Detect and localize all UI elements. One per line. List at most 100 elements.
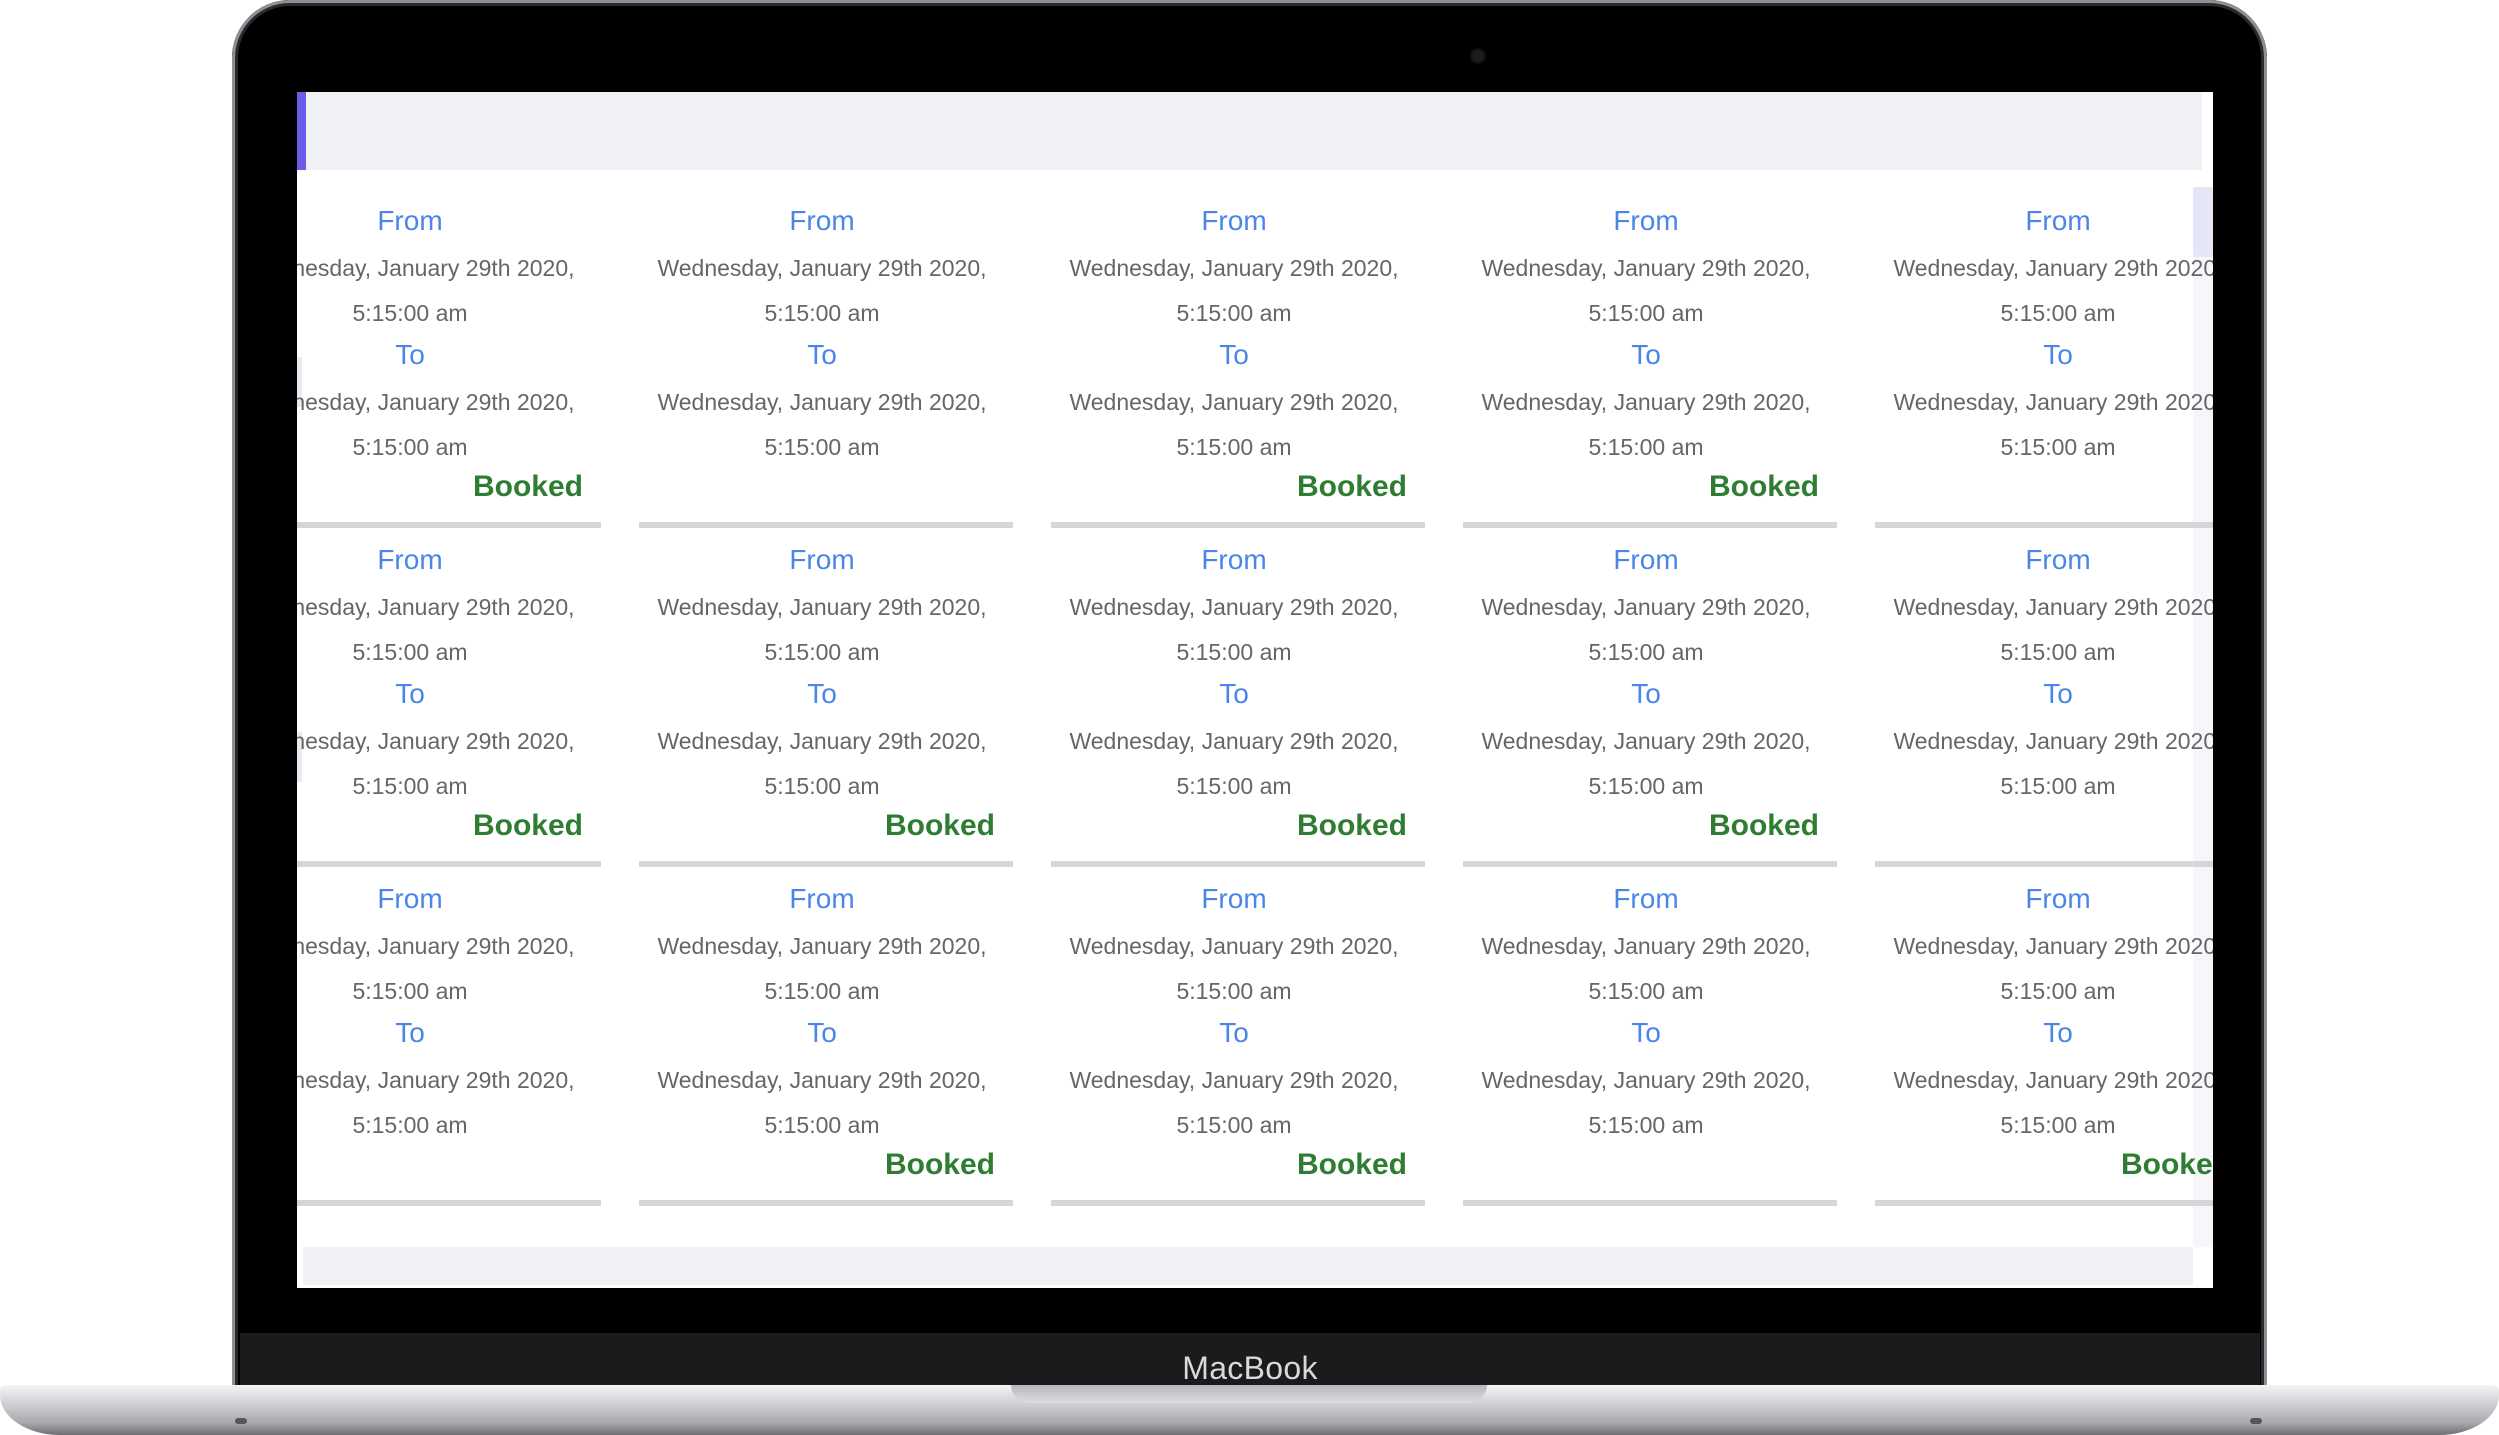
to-label: To [1631,1017,1661,1048]
from-time: 5:15:00 am [352,300,468,326]
status-badge: Booked [472,470,583,503]
status-badge: Booked [472,809,583,842]
to-time: 5:15:00 am [2000,434,2116,460]
from-label: From [1613,883,1679,914]
status-badge: Booked [1296,470,1407,503]
from-time: 5:15:00 am [764,639,880,665]
booking-card[interactable]: From Wednesday, January 29th 2020, 5:15:00… [1043,883,1425,1222]
to-date: Wednesday, January 29th 2020, [1481,1067,1811,1093]
from-time: 5:15:00 am [1588,639,1704,665]
from-label: From [1613,544,1679,575]
to-time: 5:15:00 am [352,773,468,799]
from-time: 5:15:00 am [764,300,880,326]
to-label: To [2043,339,2073,370]
booking-grid: From Wednesday, January 29th 2020, 5:15:00… [297,205,2213,1222]
booking-card[interactable]: From Wednesday, January 29th 2020, 5:15:00… [1867,883,2213,1222]
from-time: 5:15:00 am [1176,978,1292,1004]
to-date: Wednesday, January 29th 2020, [297,389,575,415]
to-time: 5:15:00 am [764,773,880,799]
from-date: Wednesday, January 29th 2020, [657,594,987,620]
booking-card[interactable]: From Wednesday, January 29th 2020, 5:15:00… [631,883,1013,1222]
booking-card[interactable]: From Wednesday, January 29th 2020, 5:15:00… [631,205,1013,544]
to-date: Wednesday, January 29th 2020, [1893,728,2213,754]
booking-card[interactable]: From Wednesday, January 29th 2020, 5:15:00… [1455,544,1837,883]
to-time: 5:15:00 am [1588,773,1704,799]
from-label: From [789,544,855,575]
to-time: 5:15:00 am [764,434,880,460]
to-date: Wednesday, January 29th 2020, [297,1067,575,1093]
from-date: Wednesday, January 29th 2020, [1481,594,1811,620]
from-time: 5:15:00 am [2000,978,2116,1004]
top-header-bar [297,92,2202,170]
booking-card[interactable]: From Wednesday, January 29th 2020, 5:15:00… [1455,883,1837,1222]
to-label: To [1631,339,1661,370]
from-label: From [1201,883,1267,914]
booking-card[interactable]: From Wednesday, January 29th 2020, 5:15:00… [297,883,601,1222]
from-label: From [1201,544,1267,575]
from-time: 5:15:00 am [352,978,468,1004]
from-label: From [377,544,443,575]
card-divider [1463,1200,1837,1206]
to-time: 5:15:00 am [1176,1112,1292,1138]
from-date: Wednesday, January 29th 2020, [1481,255,1811,281]
from-date: Wednesday, January 29th 2020, [657,255,987,281]
card-divider [1051,1200,1425,1206]
from-date: Wednesday, January 29th 2020, [297,255,575,281]
from-time: 5:15:00 am [1588,978,1704,1004]
status-badge: Booked [1296,1148,1407,1181]
card-divider [1875,522,2213,528]
from-time: 5:15:00 am [1176,639,1292,665]
from-label: From [1201,205,1267,236]
card-divider [1875,1200,2213,1206]
booking-card[interactable]: From Wednesday, January 29th 2020, 5:15:00… [297,205,601,544]
from-label: From [2025,205,2091,236]
to-time: 5:15:00 am [764,1112,880,1138]
to-date: Wednesday, January 29th 2020, [297,728,575,754]
to-date: Wednesday, January 29th 2020, [1069,728,1399,754]
to-label: To [395,339,425,370]
from-time: 5:15:00 am [1588,300,1704,326]
laptop-foot [235,1418,247,1424]
from-date: Wednesday, January 29th 2020, [1069,594,1399,620]
booking-card[interactable]: From Wednesday, January 29th 2020, 5:15:00… [1867,544,2213,883]
card-divider [639,522,1013,528]
to-time: 5:15:00 am [1588,434,1704,460]
from-date: Wednesday, January 29th 2020, [1069,255,1399,281]
from-label: From [377,205,443,236]
from-time: 5:15:00 am [2000,300,2116,326]
to-time: 5:15:00 am [1588,1112,1704,1138]
from-date: Wednesday, January 29th 2020, [297,594,575,620]
booking-card[interactable]: From Wednesday, January 29th 2020, 5:15:00… [1043,205,1425,544]
from-time: 5:15:00 am [1176,300,1292,326]
from-label: From [377,883,443,914]
from-label: From [789,205,855,236]
to-date: Wednesday, January 29th 2020, [657,389,987,415]
from-label: From [2025,883,2091,914]
booking-card[interactable]: From Wednesday, January 29th 2020, 5:15:00… [1043,544,1425,883]
from-date: Wednesday, January 29th 2020, [657,933,987,959]
app-screen: From Wednesday, January 29th 2020, 5:15:00… [297,92,2213,1288]
from-time: 5:15:00 am [2000,639,2116,665]
to-date: Wednesday, January 29th 2020, [1069,389,1399,415]
booking-card[interactable]: From Wednesday, January 29th 2020, 5:15:00… [1455,205,1837,544]
booking-card[interactable]: From Wednesday, January 29th 2020, 5:15:00… [1867,205,2213,544]
status-badge: Booked [1708,470,1819,503]
from-time: 5:15:00 am [764,978,880,1004]
status-badge: Booked [884,809,995,842]
booking-card[interactable]: From Wednesday, January 29th 2020, 5:15:00… [297,544,601,883]
to-label: To [395,1017,425,1048]
from-date: Wednesday, January 29th 2020, [1481,933,1811,959]
to-label: To [1219,678,1249,709]
to-label: To [1219,1017,1249,1048]
laptop-foot [2250,1418,2262,1424]
to-time: 5:15:00 am [2000,773,2116,799]
card-divider [297,522,601,528]
to-date: Wednesday, January 29th 2020, [1893,389,2213,415]
status-badge: Booked [2120,1148,2213,1181]
card-divider [1463,861,1837,867]
booking-card[interactable]: From Wednesday, January 29th 2020, 5:15:00… [631,544,1013,883]
to-date: Wednesday, January 29th 2020, [1069,1067,1399,1093]
from-label: From [1613,205,1679,236]
from-time: 5:15:00 am [352,639,468,665]
to-time: 5:15:00 am [2000,1112,2116,1138]
